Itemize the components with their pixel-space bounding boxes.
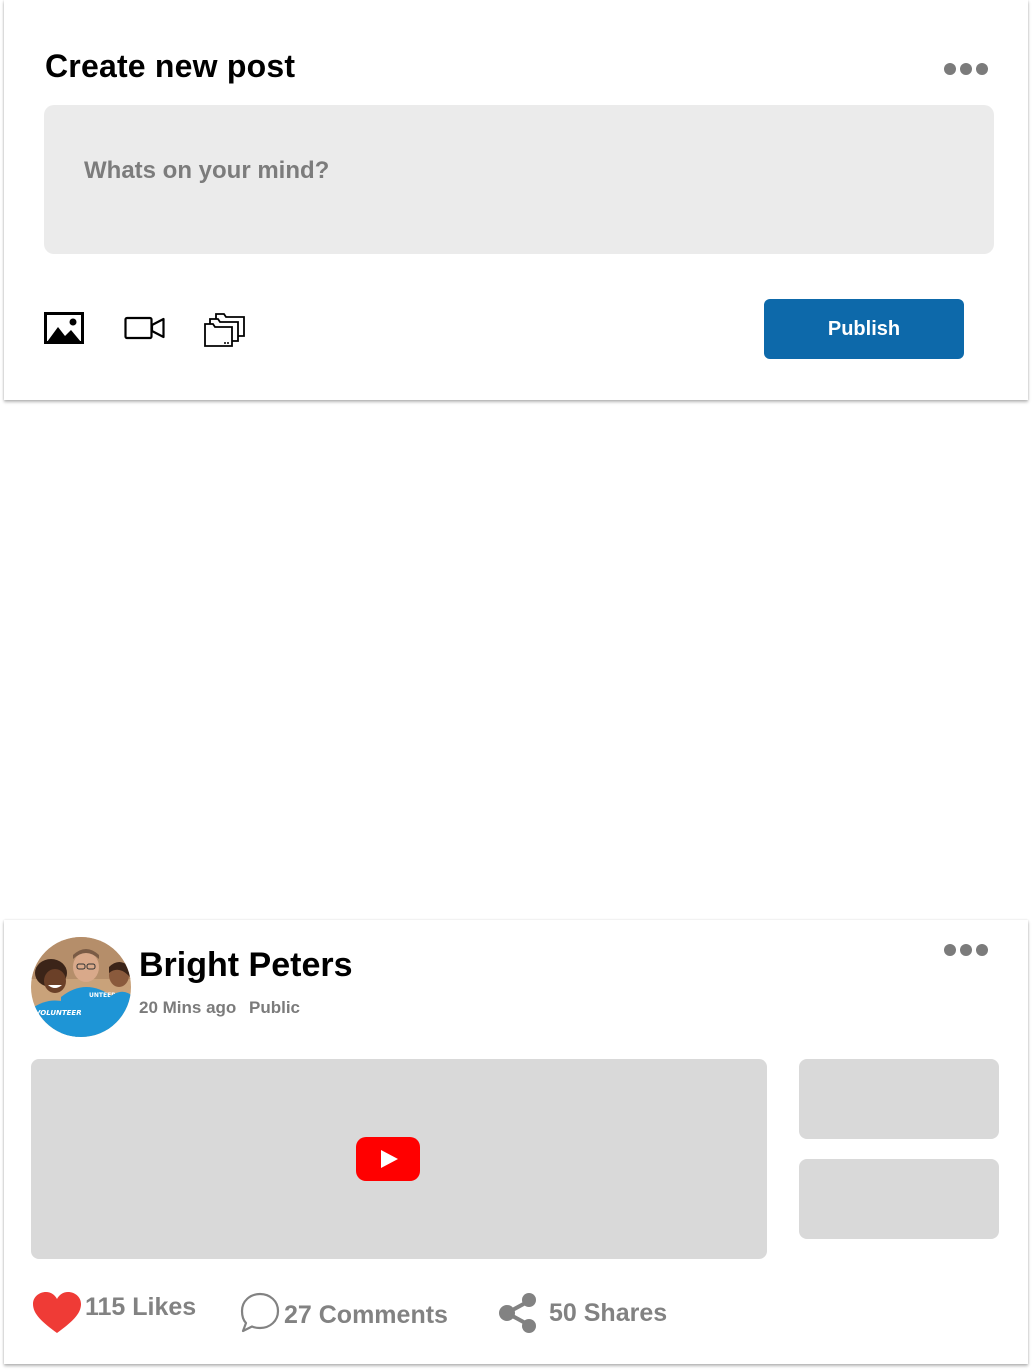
comments-count: 27 Comments: [284, 1300, 448, 1329]
post-more-options-icon[interactable]: [944, 944, 988, 956]
avatar-shirt-text: VOLUNTEER: [35, 1009, 82, 1017]
avatar-photo: UNTEER VOLUNTEER: [31, 937, 131, 1037]
publish-button[interactable]: Publish: [764, 299, 964, 359]
dot: [976, 944, 988, 956]
video-camera-icon: [124, 316, 165, 340]
post-visibility: Public: [249, 998, 301, 1017]
add-video-button[interactable]: [124, 312, 166, 349]
dot: [960, 63, 972, 75]
dot: [944, 944, 956, 956]
avatar[interactable]: UNTEER VOLUNTEER: [31, 937, 131, 1037]
author-name[interactable]: Bright Peters: [139, 946, 353, 985]
heart-icon: [33, 1292, 81, 1333]
add-file-button[interactable]: [204, 312, 246, 353]
create-post-title: Create new post: [45, 48, 296, 84]
post-time: 20 Mins ago: [139, 998, 237, 1017]
dot: [960, 944, 972, 956]
create-post-card: Create new post Publish: [4, 0, 1028, 400]
comment-bubble-icon: [240, 1292, 280, 1333]
share-button[interactable]: 50 Shares: [497, 1288, 667, 1338]
share-icon: [499, 1293, 536, 1333]
youtube-play-icon[interactable]: [356, 1137, 420, 1181]
shares-count: 50 Shares: [549, 1298, 668, 1327]
create-post-more-options-icon[interactable]: [944, 63, 988, 75]
media-thumbnail[interactable]: [799, 1059, 999, 1139]
video-player[interactable]: [31, 1059, 767, 1259]
add-image-button[interactable]: [44, 312, 84, 349]
image-icon: [44, 312, 84, 344]
folders-icon: [204, 313, 245, 347]
like-button[interactable]: 115 Likes: [32, 1288, 196, 1338]
feed-post-card: UNTEER VOLUNTEER Bright Peters 20 Mins a…: [4, 920, 1028, 1364]
dot: [976, 63, 988, 75]
media-thumbnail[interactable]: [799, 1159, 999, 1239]
post-text-input[interactable]: [44, 105, 994, 254]
likes-count: 115 Likes: [85, 1292, 197, 1321]
comment-button[interactable]: 27 Comments: [238, 1288, 448, 1338]
dot: [944, 63, 956, 75]
